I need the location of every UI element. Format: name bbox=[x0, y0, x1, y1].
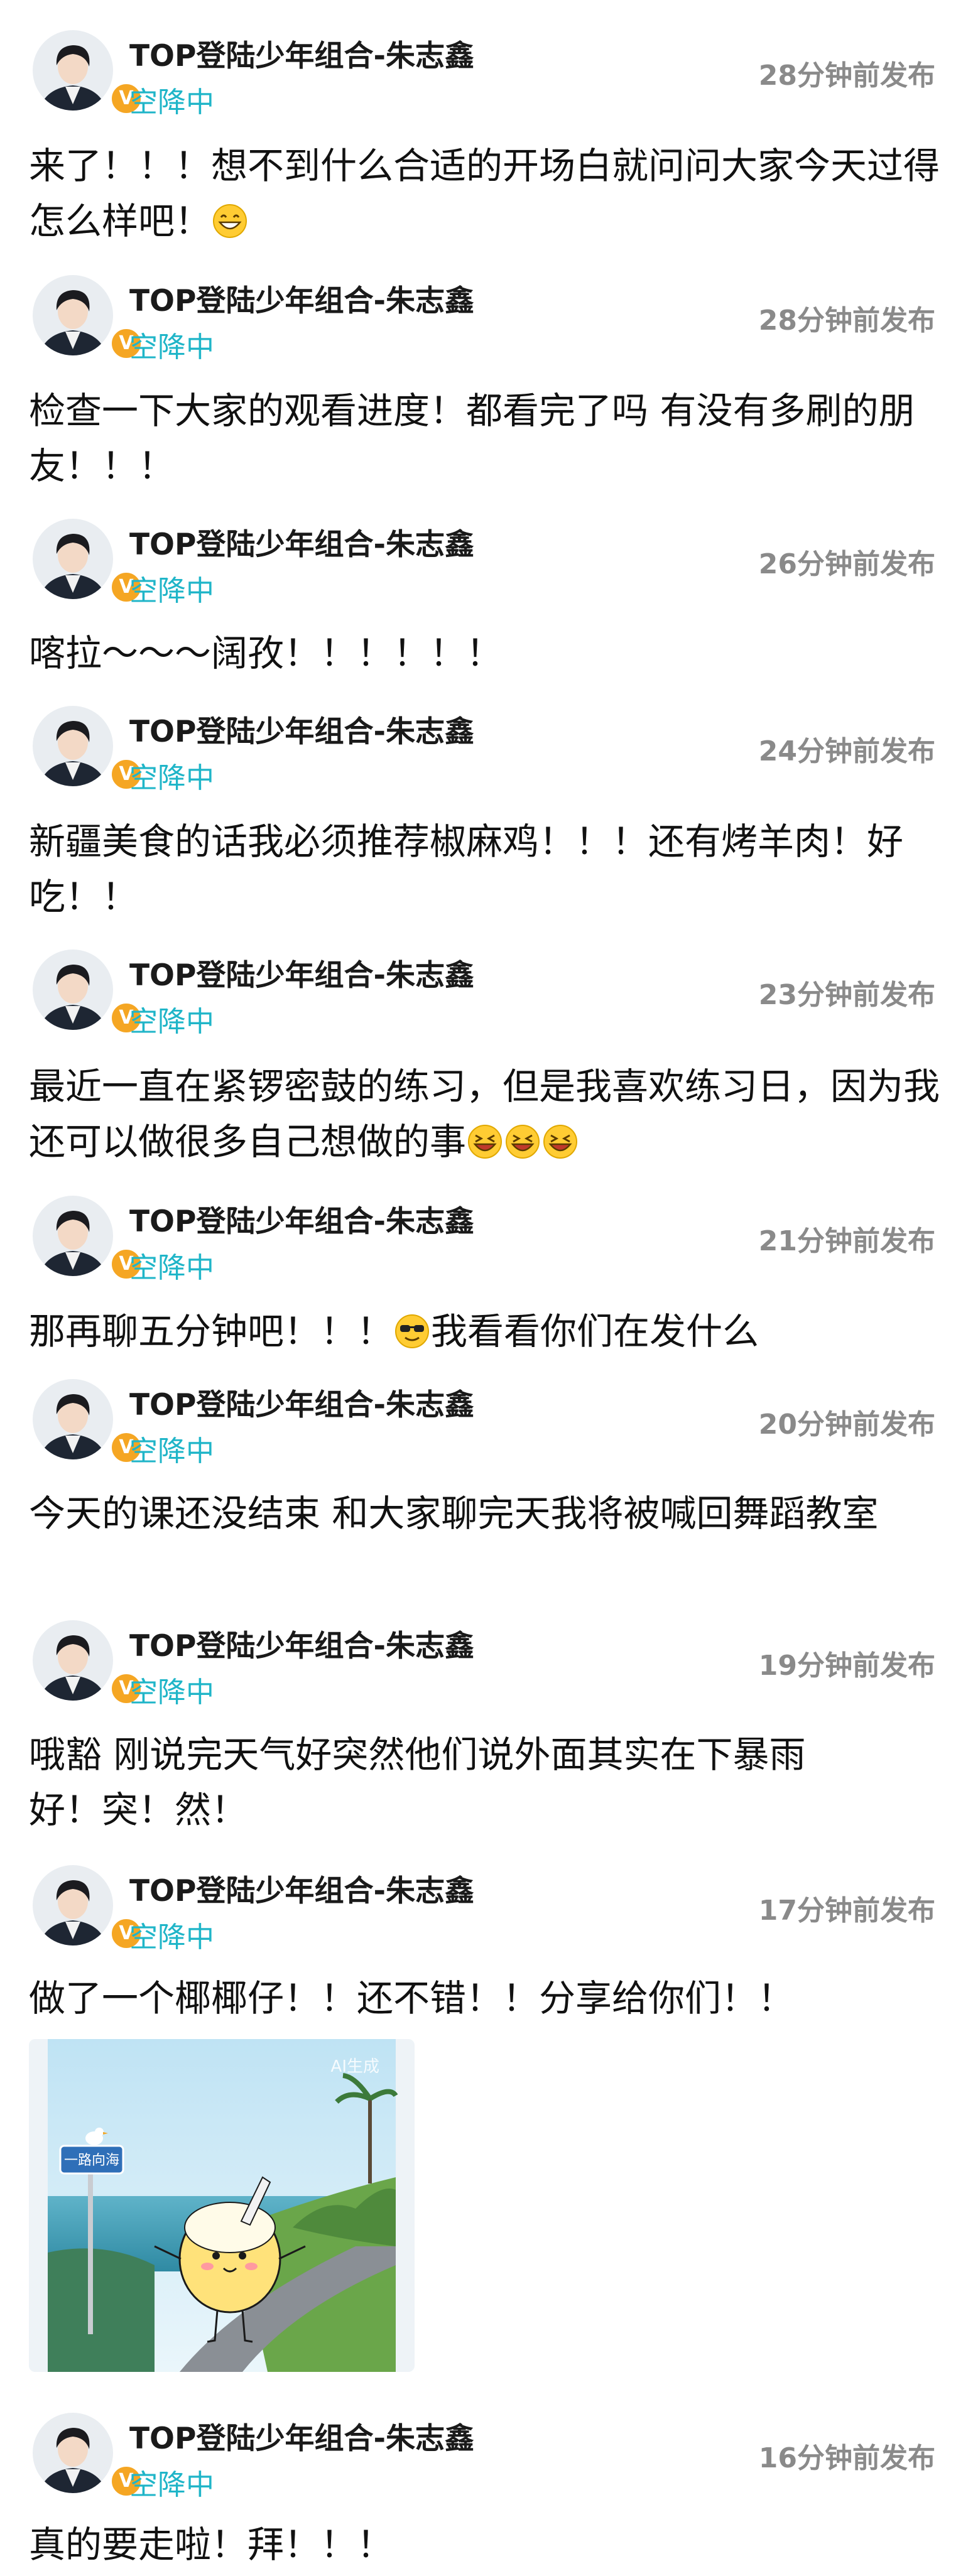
laughing-emoji bbox=[468, 1125, 503, 1159]
author-name[interactable]: TOP登陆少年组合-朱志鑫 bbox=[129, 1866, 474, 1910]
post-time: 28分钟前发布 bbox=[758, 305, 935, 337]
post-time: 24分钟前发布 bbox=[758, 735, 935, 767]
author-name[interactable]: TOP登陆少年组合-朱志鑫 bbox=[129, 520, 474, 563]
post-text: 喀拉～～～阔孜！！！！！！ bbox=[29, 632, 503, 674]
author-name[interactable]: TOP登陆少年组合-朱志鑫 bbox=[129, 2414, 474, 2457]
avatar[interactable]: V bbox=[33, 30, 143, 116]
post-text: 新疆美食的话我必须推荐椒麻鸡！！！还有烤羊肉！好吃！！ bbox=[29, 820, 904, 918]
author-name[interactable]: TOP登陆少年组合-朱志鑫 bbox=[129, 951, 474, 994]
post-feed: V TOP登陆少年组合-朱志鑫 空降中 28分钟前发布 来了！！！想不到什么合适… bbox=[0, 0, 973, 2576]
avatar[interactable]: V bbox=[33, 275, 143, 360]
status-label: 空降中 bbox=[129, 330, 215, 364]
post-time: 17分钟前发布 bbox=[758, 1895, 935, 1927]
avatar[interactable]: V bbox=[33, 519, 143, 604]
author-name[interactable]: TOP登陆少年组合-朱志鑫 bbox=[129, 31, 474, 75]
author-name[interactable]: TOP登陆少年组合-朱志鑫 bbox=[129, 1197, 474, 1240]
sign-text: 一路向海 bbox=[64, 2153, 119, 2168]
status-label: 空降中 bbox=[129, 574, 215, 607]
author-name[interactable]: TOP登陆少年组合-朱志鑫 bbox=[129, 1380, 474, 1424]
post-text: 那再聊五分钟吧！！！ 我看看你们在发什么 bbox=[29, 1310, 759, 1353]
grin-emoji bbox=[213, 204, 247, 238]
status-label: 空降中 bbox=[129, 1434, 215, 1468]
author-name[interactable]: TOP登陆少年组合-朱志鑫 bbox=[129, 276, 474, 320]
post-time: 23分钟前发布 bbox=[758, 979, 935, 1011]
post-time: 19分钟前发布 bbox=[758, 1650, 935, 1682]
post-text: 来了！！！想不到什么合适的开场白就问问大家今天过得怎么样吧！ bbox=[29, 144, 940, 242]
avatar[interactable]: V bbox=[33, 1196, 143, 1281]
post-image[interactable]: 一路向海 AI生成 bbox=[29, 2039, 415, 2372]
ai-watermark: AI生成 bbox=[331, 2057, 379, 2076]
post-text: 哦豁 刚说完天气好突然他们说外面其实在下暴雨 好！突！然！ bbox=[29, 1733, 806, 1831]
author-name[interactable]: TOP登陆少年组合-朱志鑫 bbox=[129, 1621, 474, 1665]
status-label: 空降中 bbox=[129, 1005, 215, 1038]
post-time: 16分钟前发布 bbox=[758, 2442, 935, 2474]
post-text: 真的要走啦！拜！！！ bbox=[29, 2523, 394, 2566]
avatar[interactable]: V bbox=[33, 2413, 143, 2498]
sunglasses-emoji bbox=[395, 1314, 430, 1348]
status-label: 空降中 bbox=[129, 1675, 215, 1709]
laughing-emoji bbox=[543, 1125, 578, 1159]
status-label: 空降中 bbox=[129, 1251, 215, 1284]
avatar[interactable]: V bbox=[33, 950, 143, 1035]
post-text: 最近一直在紧锣密鼓的练习，但是我喜欢练习日，因为我还可以做很多自己想做的事 bbox=[29, 1065, 940, 1163]
status-label: 空降中 bbox=[129, 761, 215, 794]
post-text: 今天的课还没结束 和大家聊完天我将被喊回舞蹈教室 bbox=[29, 1492, 879, 1535]
status-label: 空降中 bbox=[129, 2468, 215, 2501]
avatar[interactable]: V bbox=[33, 1620, 143, 1706]
post-text: 做了一个椰椰仔！！还不错！！分享给你们！！ bbox=[29, 1977, 795, 2020]
avatar[interactable]: V bbox=[33, 1379, 143, 1464]
post-text: 检查一下大家的观看进度！都看完了吗 有没有多刷的朋友！！！ bbox=[29, 389, 915, 487]
status-label: 空降中 bbox=[129, 85, 215, 119]
post-time: 28分钟前发布 bbox=[758, 60, 935, 92]
status-label: 空降中 bbox=[129, 1920, 215, 1954]
avatar[interactable]: V bbox=[33, 1865, 143, 1951]
avatar[interactable]: V bbox=[33, 706, 143, 791]
post-time: 26分钟前发布 bbox=[758, 548, 935, 580]
post-time: 20分钟前发布 bbox=[758, 1409, 935, 1441]
post-time: 21分钟前发布 bbox=[758, 1225, 935, 1257]
laughing-emoji bbox=[506, 1125, 540, 1159]
author-name[interactable]: TOP登陆少年组合-朱志鑫 bbox=[129, 707, 474, 750]
